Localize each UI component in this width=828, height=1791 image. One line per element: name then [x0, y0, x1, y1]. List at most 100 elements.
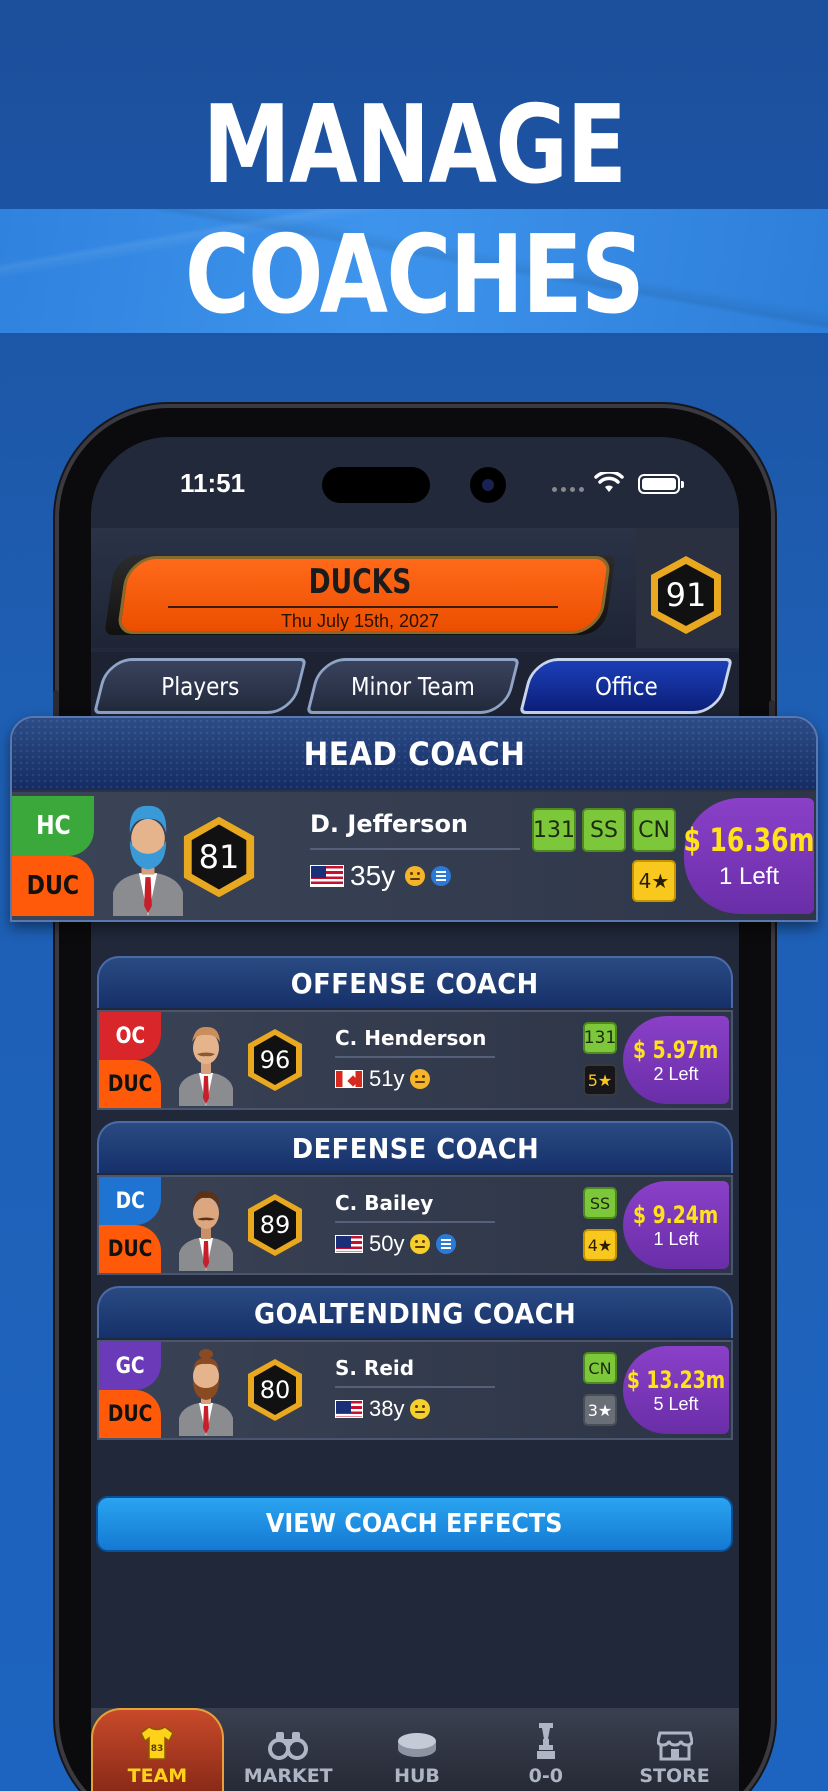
- usa-flag-icon: [335, 1400, 363, 1418]
- nav-market-label: MARKET: [243, 1765, 333, 1787]
- coach-name: C. Henderson: [335, 1026, 487, 1050]
- star-badge: 5★: [583, 1064, 617, 1096]
- usa-flag-icon: [310, 865, 344, 887]
- skill-icon: [436, 1234, 457, 1254]
- mood-icon: [405, 866, 426, 886]
- name-divider: [335, 1221, 495, 1223]
- nav-store-label: STORE: [639, 1765, 710, 1787]
- tab-players-label: Players: [160, 671, 240, 701]
- offense-coach-row[interactable]: OC DUC 96 C. Henderson 51y 131 5★ $ 5.97…: [97, 1010, 733, 1110]
- coach-age: 51y: [369, 1066, 405, 1091]
- head-coach-header: HEAD COACH: [12, 718, 816, 790]
- nav-team-label: TEAM: [127, 1765, 188, 1787]
- coach-avatar: [179, 1026, 233, 1106]
- coach-rating-badge: 96: [245, 1027, 305, 1093]
- coach-age: 38y: [369, 1396, 405, 1421]
- view-coach-effects-button[interactable]: VIEW COACH EFFECTS: [96, 1496, 733, 1552]
- mood-icon: [410, 1399, 431, 1419]
- battery-icon: [638, 474, 684, 494]
- nav-market[interactable]: MARKET: [224, 1708, 353, 1791]
- tab-office[interactable]: Office: [519, 658, 733, 714]
- role-tag: DC: [99, 1177, 161, 1225]
- salary-tag: $ 13.23m 5 Left: [623, 1346, 729, 1434]
- nav-team[interactable]: 83 TEAM: [91, 1708, 224, 1791]
- star-badge: 4★: [583, 1229, 617, 1261]
- trait-badge: SS: [583, 1187, 617, 1219]
- defense-coach-header: DEFENSE COACH: [97, 1121, 733, 1173]
- coach-rating-badge: 80: [245, 1357, 305, 1423]
- coach-avatar: [179, 1349, 233, 1436]
- star-badge: 4★: [632, 860, 676, 902]
- wifi-icon: [594, 472, 624, 492]
- coach-avatar: [113, 805, 183, 916]
- name-divider: [335, 1056, 495, 1058]
- goaltending-coach-row[interactable]: GC DUC 80 S. Reid 38y CN 3★ $ 13.23m 5 L…: [97, 1340, 733, 1440]
- coach-meta: 38y: [335, 1396, 431, 1422]
- tab-minor-team[interactable]: Minor Team: [306, 658, 520, 714]
- nav-record-label: 0-0: [528, 1765, 563, 1787]
- store-icon: [656, 1731, 693, 1761]
- coach-age: 35y: [350, 860, 396, 891]
- team-overall-value: 91: [665, 576, 707, 614]
- team-divider: [168, 606, 558, 608]
- salary-tag: $ 9.24m 1 Left: [623, 1181, 729, 1269]
- name-divider: [335, 1386, 495, 1388]
- coach-meta: 51y: [335, 1066, 431, 1092]
- trophy-icon: [536, 1723, 555, 1759]
- role-tag: OC: [99, 1012, 161, 1060]
- head-coach-row[interactable]: HC DUC 81 D. Jefferson 35y 131 SS CN 4★ …: [12, 792, 816, 920]
- headline-line-1: MANAGE: [202, 83, 627, 208]
- trait-badge-131: 131: [532, 808, 576, 852]
- role-tag: HC: [12, 796, 94, 856]
- trait-badge-ss: SS: [582, 808, 626, 852]
- coach-avatar: [179, 1191, 233, 1271]
- team-name: DUCKS: [308, 562, 412, 602]
- trait-badge-cn: CN: [632, 808, 676, 852]
- nav-store[interactable]: STORE: [610, 1708, 739, 1791]
- headline-line-2: COACHES: [184, 213, 645, 338]
- skill-icon: [431, 866, 452, 886]
- salary-tag: $ 16.36m 1 Left: [683, 798, 815, 914]
- tab-players[interactable]: Players: [93, 658, 307, 714]
- nav-hub[interactable]: HUB: [353, 1708, 482, 1791]
- team-tag: DUC: [12, 856, 94, 916]
- jersey-icon: 83: [140, 1726, 175, 1760]
- bottom-nav: 83 TEAM MARKET HUB 0-0 STORE: [91, 1708, 739, 1791]
- team-tag: DUC: [99, 1390, 161, 1438]
- defense-coach-row[interactable]: DC DUC 89 C. Bailey 50y SS 4★ $ 9.24m 1 …: [97, 1175, 733, 1275]
- offense-coach-header: OFFENSE COACH: [97, 956, 733, 1008]
- head-coach-card[interactable]: HEAD COACH HC DUC 81 D. Jefferson 35y 13…: [10, 716, 818, 922]
- dynamic-island: [322, 467, 430, 503]
- signal-icon: [552, 487, 584, 492]
- tab-minor-team-label: Minor Team: [351, 671, 475, 701]
- team-overall-badge[interactable]: 91: [648, 554, 724, 636]
- trait-badge: 131: [583, 1022, 617, 1054]
- tab-office-label: Office: [594, 671, 658, 701]
- coach-name: C. Bailey: [335, 1191, 434, 1215]
- status-time: 11:51: [180, 468, 246, 498]
- coach-meta: 35y: [310, 860, 452, 892]
- name-divider: [310, 848, 520, 850]
- team-tag: DUC: [99, 1225, 161, 1273]
- mood-icon: [410, 1069, 431, 1089]
- puck-icon: [397, 1733, 436, 1757]
- coach-name: S. Reid: [335, 1356, 415, 1380]
- coach-rating-badge: 81: [180, 814, 258, 900]
- canada-flag-icon: [335, 1070, 363, 1088]
- front-camera: [470, 467, 506, 503]
- star-badge: 3★: [583, 1394, 617, 1426]
- goaltending-coach-header: GOALTENDING COACH: [97, 1286, 733, 1338]
- nav-hub-label: HUB: [394, 1765, 440, 1787]
- salary-tag: $ 5.97m 2 Left: [623, 1016, 729, 1104]
- coach-age: 50y: [369, 1231, 405, 1256]
- coach-meta: 50y: [335, 1231, 457, 1257]
- team-tag: DUC: [99, 1060, 161, 1108]
- coach-name: D. Jefferson: [310, 810, 469, 838]
- trait-badge: CN: [583, 1352, 617, 1384]
- nav-record[interactable]: 0-0: [481, 1708, 610, 1791]
- usa-flag-icon: [335, 1235, 363, 1253]
- binoculars-icon: [268, 1732, 309, 1760]
- role-tag: GC: [99, 1342, 161, 1390]
- jersey-number: 83: [151, 1744, 164, 1754]
- coach-rating-badge: 89: [245, 1192, 305, 1258]
